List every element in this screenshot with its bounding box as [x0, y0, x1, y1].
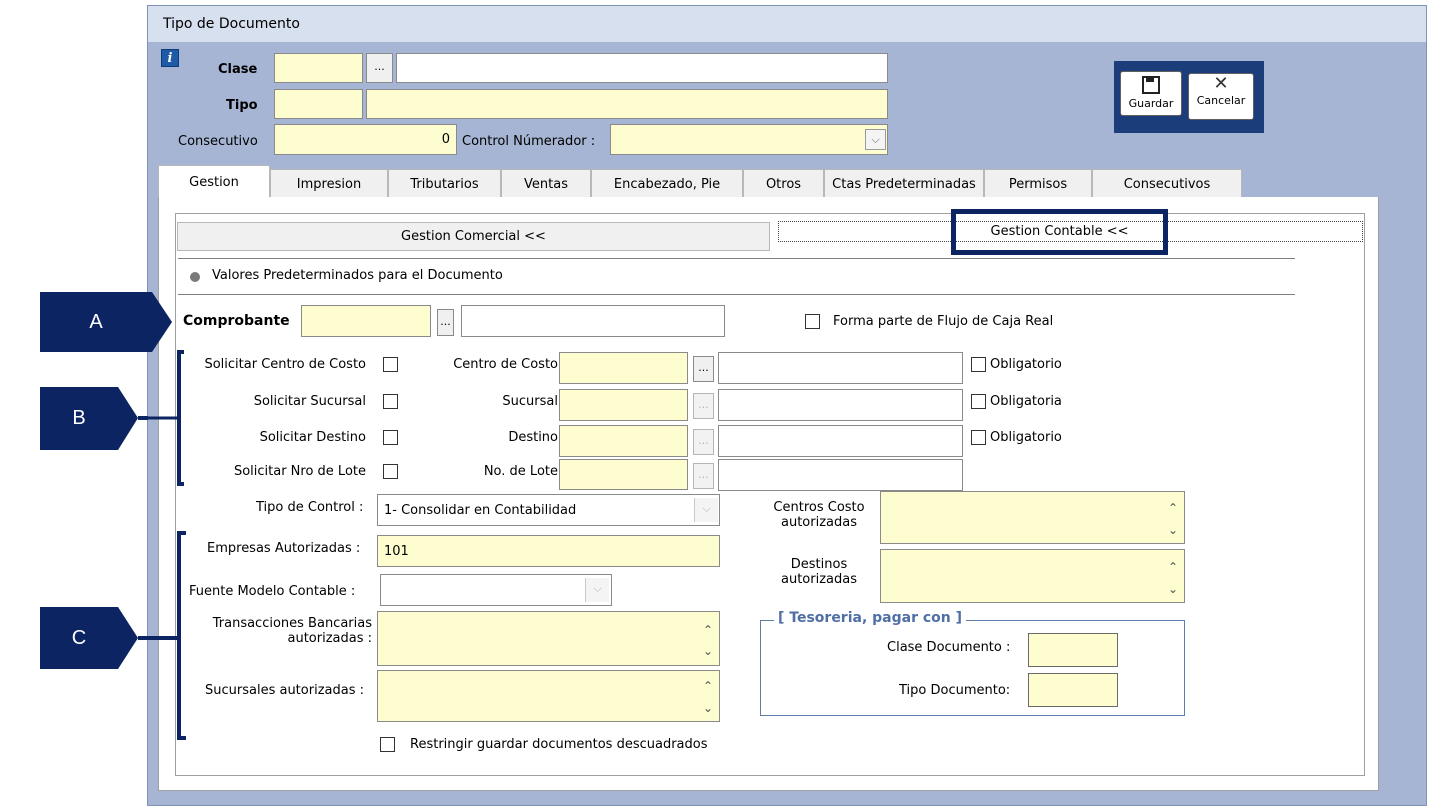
annotation-b-label: B — [72, 407, 86, 429]
annotation-c-bracket — [138, 531, 186, 740]
annotation-overlay — [40, 292, 186, 740]
annotation-c-label: C — [71, 627, 87, 649]
annotation-a-label: A — [89, 311, 103, 333]
